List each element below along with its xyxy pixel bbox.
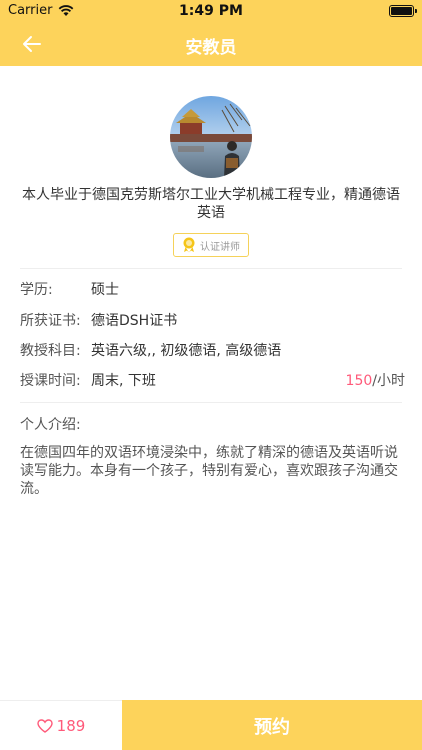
price-unit: /小时	[372, 373, 405, 389]
schedule-label: 授课时间:	[20, 373, 81, 389]
certificate-value: 德语DSH证书	[91, 313, 178, 329]
hourly-price: 150/小时	[346, 371, 405, 391]
status-bar: Carrier 1:49 PM	[0, 0, 422, 22]
certificate-label: 所获证书:	[20, 313, 81, 329]
intro-text: 在德国四年的双语环境浸染中，练就了精深的德语及英语听说读写能力。本身有一个孩子，…	[20, 445, 398, 497]
schedule-value: 周末, 下班	[91, 373, 156, 389]
education-label: 学历:	[20, 282, 53, 298]
certified-badge: 认证讲师	[173, 233, 249, 257]
intro-title: 个人介绍:	[20, 417, 81, 433]
status-time: 1:49 PM	[179, 3, 243, 19]
bottom-bar: 189 预约	[0, 700, 422, 750]
divider	[20, 402, 402, 403]
like-button[interactable]: 189	[0, 701, 122, 750]
schedule-row: 授课时间: 周末, 下班 150/小时	[20, 371, 405, 391]
book-button[interactable]: 预约	[122, 700, 422, 750]
education-value: 硕士	[91, 282, 119, 298]
avatar	[170, 96, 252, 178]
heart-icon	[36, 718, 53, 733]
medal-icon	[183, 237, 195, 253]
divider	[20, 268, 402, 269]
page-title: 安教员	[185, 38, 237, 58]
badge-label: 认证讲师	[200, 241, 240, 253]
certificate-row: 所获证书: 德语DSH证书	[20, 311, 405, 331]
subjects-row: 教授科目: 英语六级,, 初级德语, 高级德语	[20, 341, 405, 361]
subjects-value: 英语六级,, 初级德语, 高级德语	[91, 343, 282, 359]
teacher-bio: 本人毕业于德国克劳斯塔尔工业大学机械工程专业，精通德语英语	[22, 187, 400, 221]
battery-icon	[389, 5, 417, 17]
subjects-label: 教授科目:	[20, 343, 81, 359]
nav-bar: 安教员	[0, 22, 422, 66]
price-value: 150	[345, 373, 373, 389]
like-count: 189	[56, 716, 86, 735]
education-row: 学历: 硕士	[20, 280, 405, 300]
